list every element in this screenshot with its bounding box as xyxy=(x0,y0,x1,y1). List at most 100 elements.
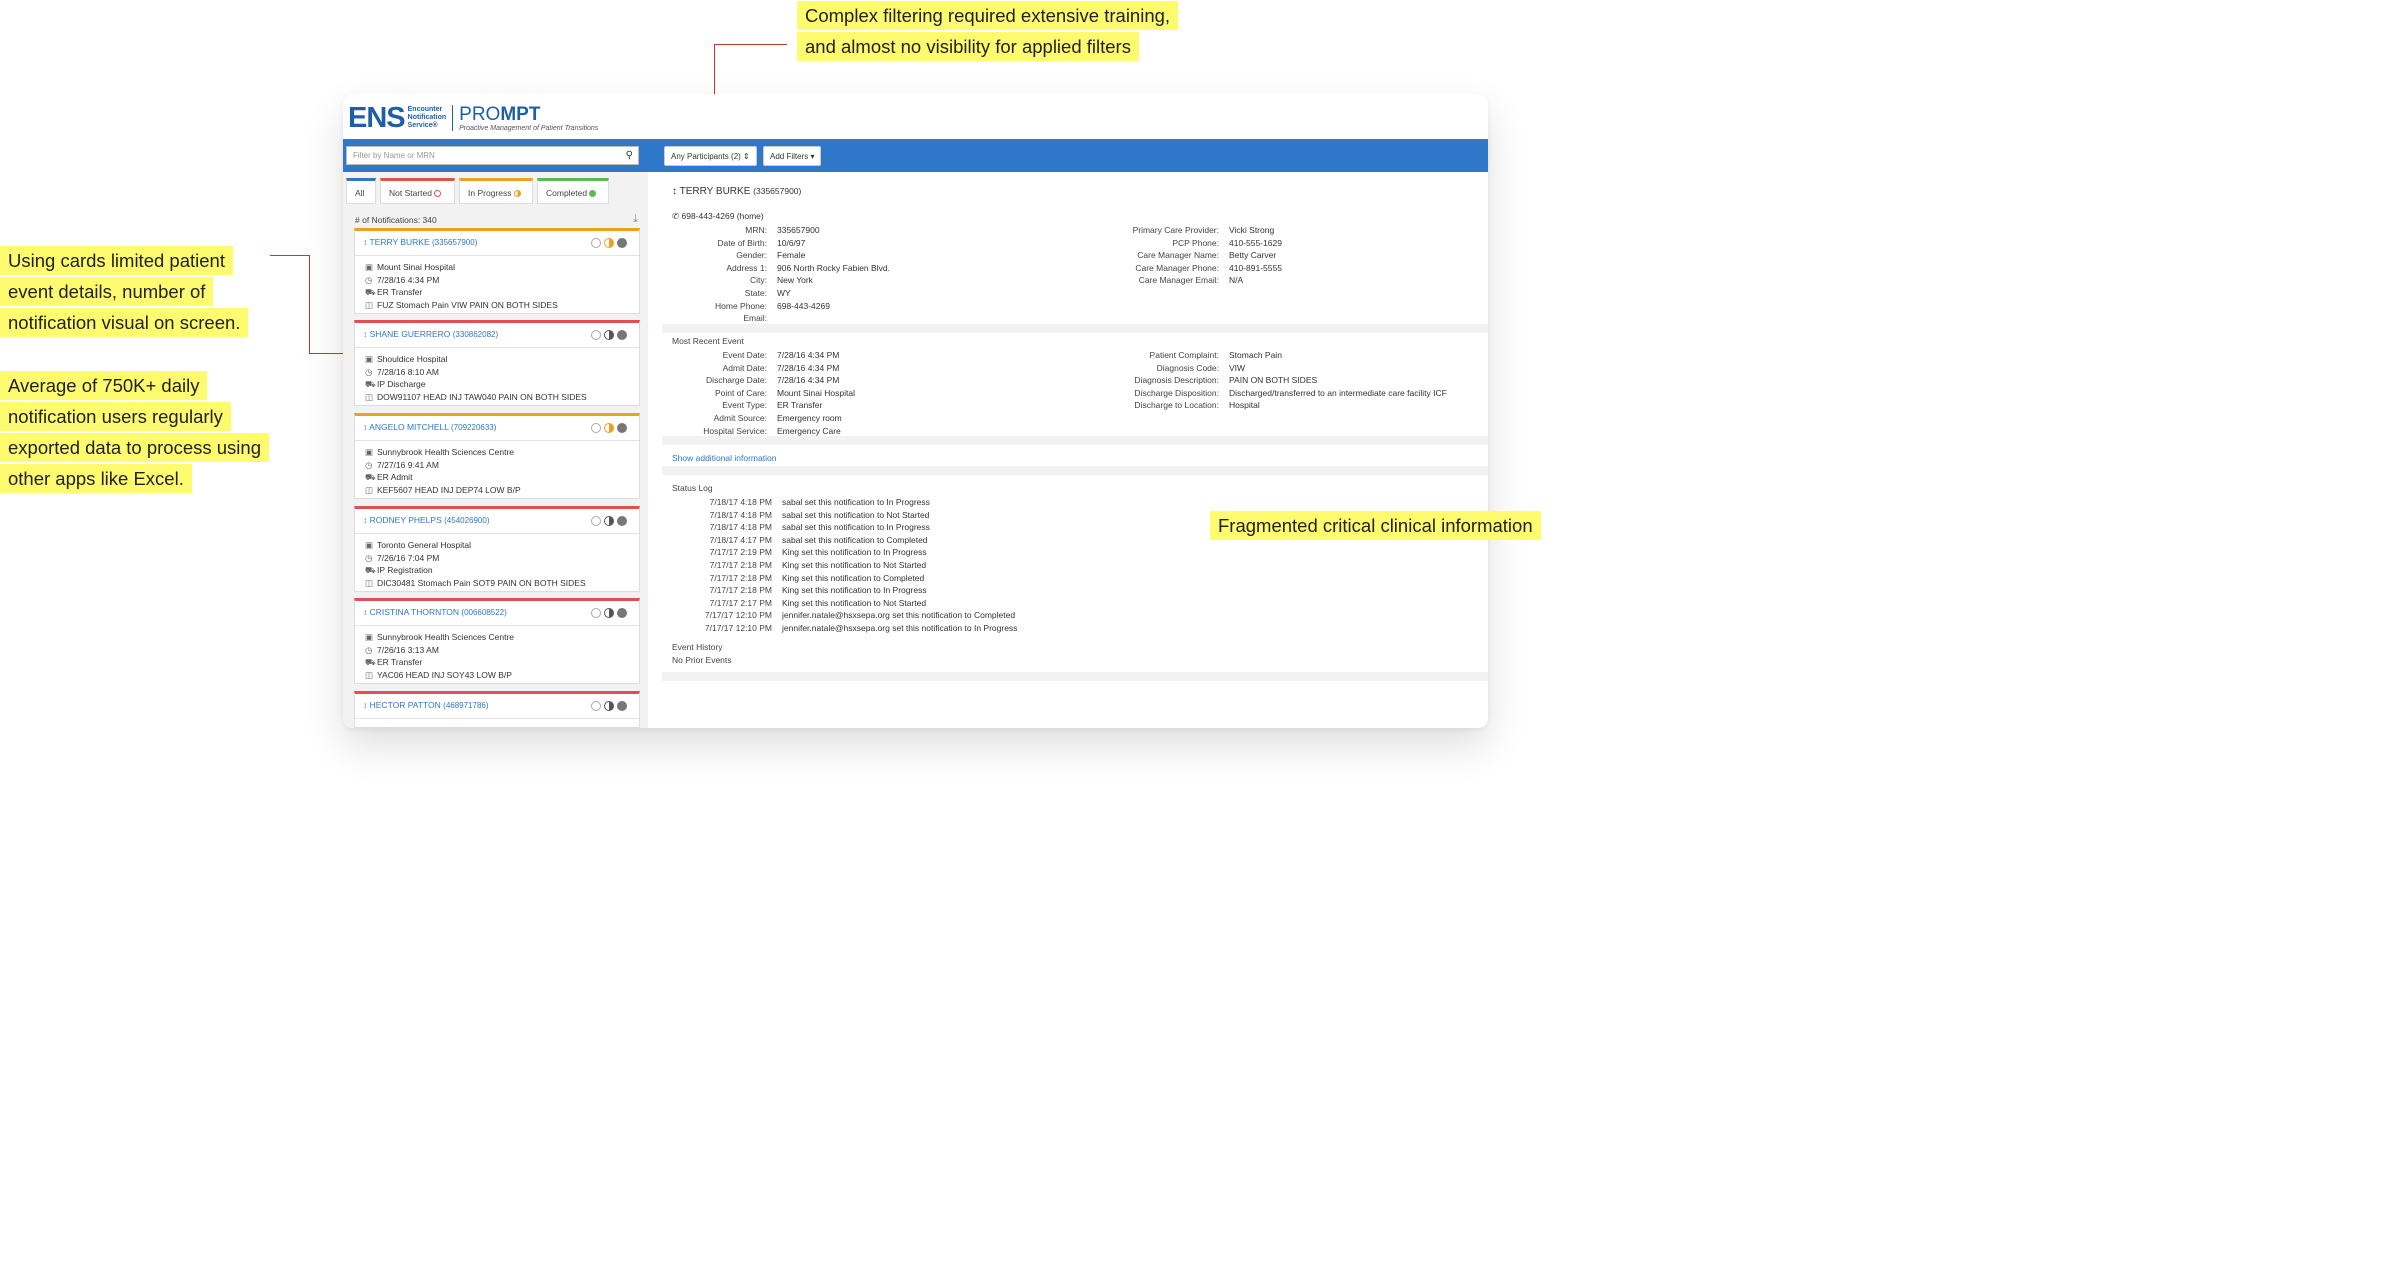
in-progress-status-icon[interactable] xyxy=(604,516,614,526)
person-icon: ↕ xyxy=(363,237,368,247)
person-icon: ↕ xyxy=(363,700,368,710)
person-icon: ↕ xyxy=(363,329,368,339)
prompt-tagline: Proactive Management of Patient Transiti… xyxy=(459,124,599,132)
download-icon[interactable]: ⤓ xyxy=(633,213,638,226)
completed-status-icon[interactable] xyxy=(617,238,627,248)
diagnosis-icon: ◫ xyxy=(365,391,374,402)
card-body: ▣ Sunnybrook Health Sciences Centre ◷ 7/27/… xyxy=(355,441,639,498)
annotation-filtering-1: Complex filtering required extensive tra… xyxy=(797,1,1179,30)
card-diagnosis: YAC06 HEAD INJ SOY43 LOW B/P xyxy=(377,669,512,680)
in-progress-status-icon[interactable] xyxy=(604,238,614,248)
notification-card[interactable]: ↕ SHANE GUERRERO (330862082) ▣ Shouldice H… xyxy=(354,320,640,407)
card-patient-name[interactable]: CRISTINA THORNTON xyxy=(370,607,459,617)
divider xyxy=(662,436,1488,445)
in-progress-status-icon[interactable] xyxy=(604,701,614,711)
card-patient-name[interactable]: TERRY BURKE xyxy=(369,237,429,247)
not-started-status-icon[interactable] xyxy=(591,608,601,618)
search-input[interactable]: Filter by Name or MRN ⚲ xyxy=(346,146,639,165)
detail-label: Event Type: xyxy=(722,400,767,411)
completed-status-icon[interactable] xyxy=(617,608,627,618)
card-patient-name[interactable]: RODNEY PHELPS xyxy=(370,515,442,525)
not-started-status-icon[interactable] xyxy=(591,516,601,526)
search-icon[interactable]: ⚲ xyxy=(626,150,633,161)
detail-row: 7/17/17 2:18 PM King set this notificatio… xyxy=(672,584,1017,597)
completed-status-icon[interactable] xyxy=(617,516,627,526)
notification-card[interactable]: ↕ RODNEY PHELPS (454026900) ▣ Toronto Gene… xyxy=(354,506,640,593)
detail-value: sabal set this notification to Completed xyxy=(782,534,928,545)
card-patient-name[interactable]: HECTOR PATTON xyxy=(370,700,441,710)
tab-in-progress[interactable]: In Progress xyxy=(459,178,533,204)
detail-row: Care Manager Phone: 410-891-5555 xyxy=(1072,262,1282,275)
detail-value: WY xyxy=(777,287,791,298)
not-started-status-icon[interactable] xyxy=(591,238,601,248)
card-header[interactable]: ↕ ANGELO MITCHELL (709220633) xyxy=(355,416,639,441)
notification-card[interactable]: ↕ TERRY BURKE (335657900) ▣ Mount Sinai Ho… xyxy=(354,228,640,315)
detail-row: MRN: 335657900 xyxy=(672,224,890,237)
detail-value: 7/28/16 4:34 PM xyxy=(777,350,840,360)
status-toggle[interactable] xyxy=(591,423,627,433)
card-header[interactable]: ↕ SHANE GUERRERO (330862082) xyxy=(355,323,639,348)
tab-not-started[interactable]: Not Started xyxy=(380,178,455,204)
card-header[interactable]: ↕ TERRY BURKE (335657900) xyxy=(355,231,639,256)
detail-value: King set this notification to Not Starte… xyxy=(782,597,927,608)
brand-logo: ENS Encounter Notification Service® PROMPT… xyxy=(348,102,598,134)
detail-value: Female xyxy=(777,250,806,261)
card-body: ▣ Mount Sinai Hospital ◷ 7/28/16 4:34 PM ⛟ER… xyxy=(355,256,639,313)
detail-row: 7/17/17 2:18 PM King set this notificatio… xyxy=(672,572,1017,585)
card-facility: Toronto General Hospital xyxy=(377,540,472,550)
not-started-status-icon[interactable] xyxy=(591,330,601,340)
card-patient-name[interactable]: ANGELO MITCHELL xyxy=(369,422,449,432)
card-header[interactable]: ↕ CRISTINA THORNTON (006608522) xyxy=(355,601,639,626)
card-facility: Mount Sinai Hospital xyxy=(377,262,455,272)
status-toggle[interactable] xyxy=(591,608,627,618)
notification-card[interactable]: ↕ ANGELO MITCHELL (709220633) ▣ Sunnybrook… xyxy=(354,413,640,500)
status-toggle[interactable] xyxy=(591,701,627,711)
notification-card[interactable]: ↕ HECTOR PATTON (468971786) xyxy=(354,691,640,728)
tab-completed[interactable]: Completed xyxy=(537,178,609,204)
detail-row: Diagnosis Description: PAIN ON BOTH SIDES xyxy=(1072,374,1447,387)
card-time: 7/28/16 4:34 PM xyxy=(377,274,440,285)
status-toggle[interactable] xyxy=(591,330,627,340)
in-progress-status-icon[interactable] xyxy=(604,330,614,340)
tab-all[interactable]: All xyxy=(346,178,376,204)
add-filters-button[interactable]: Add Filters ▾ xyxy=(763,146,822,166)
annotation-fragmented: Fragmented critical clinical information xyxy=(1210,511,1541,540)
participants-dropdown[interactable]: Any Participants (2) ⇕ xyxy=(664,146,757,166)
show-additional-info-link[interactable]: Show additional information xyxy=(672,453,776,463)
not-started-status-icon[interactable] xyxy=(591,701,601,711)
card-body: ▣ Toronto General Hospital ◷ 7/26/16 7:04 P… xyxy=(355,534,639,591)
detail-label: Address 1: xyxy=(726,262,767,273)
in-progress-status-icon[interactable] xyxy=(604,423,614,433)
detail-label: Admit Date: xyxy=(722,362,767,373)
card-mrn: (454026900) xyxy=(444,516,490,525)
brand-divider xyxy=(452,105,454,131)
detail-value: sabal set this notification to Not Start… xyxy=(782,509,930,520)
card-header[interactable]: ↕ HECTOR PATTON (468971786) xyxy=(355,694,639,719)
detail-value: N/A xyxy=(1229,275,1244,286)
detail-row: State: WY xyxy=(672,287,890,300)
detail-label: City: xyxy=(750,275,767,286)
ens-logo-subtitle: Encounter Notification Service® xyxy=(407,106,447,129)
in-progress-icon xyxy=(513,190,521,197)
notification-card[interactable]: ↕ CRISTINA THORNTON (006608522) ▣ Sunnybro… xyxy=(354,598,640,685)
card-diagnosis: KEF5607 HEAD INJ DEP74 LOW B/P xyxy=(377,484,521,495)
completed-status-icon[interactable] xyxy=(617,701,627,711)
detail-row: Address 1: 906 North Rocky Fabien Blvd. xyxy=(672,262,890,275)
card-header[interactable]: ↕ RODNEY PHELPS (454026900) xyxy=(355,509,639,534)
card-mrn: (330862082) xyxy=(452,330,499,339)
detail-label: Care Manager Phone: xyxy=(1135,262,1219,273)
completed-status-icon[interactable] xyxy=(617,423,627,433)
detail-label: Discharge Disposition: xyxy=(1134,387,1219,398)
clock-icon: ◷ xyxy=(365,552,373,563)
detail-row: Date of Birth: 10/6/97 xyxy=(672,237,890,250)
in-progress-status-icon[interactable] xyxy=(604,608,614,618)
event-history-value: No Prior Events xyxy=(672,655,732,665)
card-patient-name[interactable]: SHANE GUERRERO xyxy=(370,329,451,339)
status-toggle[interactable] xyxy=(591,238,627,248)
detail-label: MRN: xyxy=(745,225,767,235)
detail-value: 698-443-4269 xyxy=(777,300,830,311)
completed-status-icon[interactable] xyxy=(617,330,627,340)
detail-value: Betty Carver xyxy=(1229,250,1277,261)
not-started-status-icon[interactable] xyxy=(591,423,601,433)
status-toggle[interactable] xyxy=(591,516,627,526)
